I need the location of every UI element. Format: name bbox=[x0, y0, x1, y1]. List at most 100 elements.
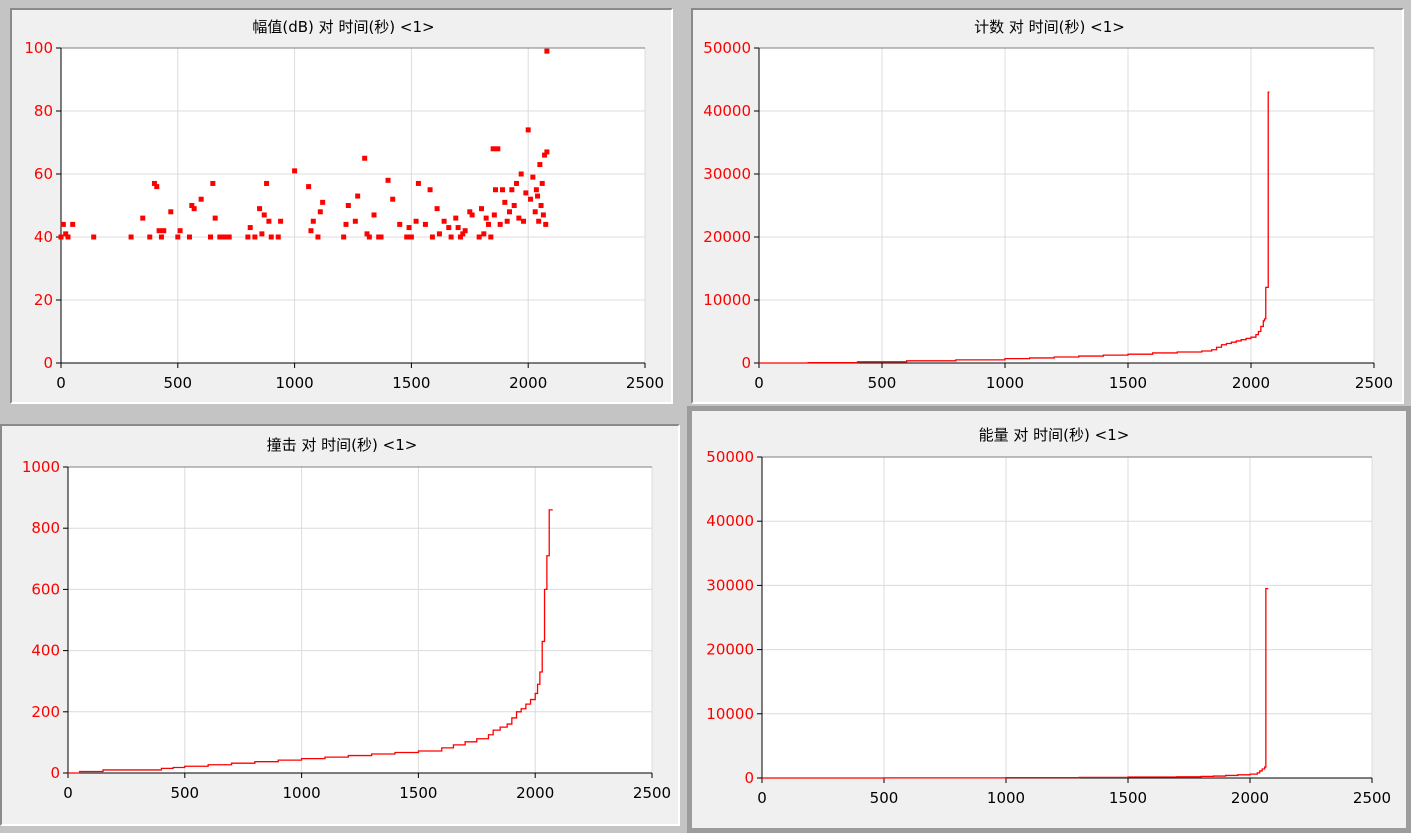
data-point bbox=[247, 225, 253, 231]
data-point bbox=[158, 234, 164, 240]
data-point bbox=[441, 218, 447, 224]
data-point bbox=[514, 180, 520, 186]
data-point bbox=[226, 234, 232, 240]
y-tick-label: 50000 bbox=[706, 448, 754, 466]
data-point bbox=[315, 234, 321, 240]
data-point bbox=[65, 234, 71, 240]
x-tick-label: 2500 bbox=[626, 374, 664, 392]
chart-title: 撞击 对 时间(秒) <1> bbox=[267, 436, 418, 454]
data-point bbox=[70, 221, 76, 227]
data-point bbox=[198, 196, 204, 202]
data-point bbox=[278, 218, 284, 224]
data-point bbox=[320, 199, 326, 205]
x-tick-label: 0 bbox=[63, 784, 73, 802]
y-tick-label: 400 bbox=[31, 642, 60, 660]
data-point bbox=[397, 221, 403, 227]
data-point bbox=[371, 212, 377, 218]
data-point bbox=[538, 203, 544, 208]
data-point bbox=[469, 212, 475, 218]
data-point bbox=[306, 184, 312, 190]
data-point bbox=[536, 218, 542, 224]
data-point bbox=[259, 231, 265, 237]
y-tick-label: 40000 bbox=[703, 102, 751, 120]
data-point bbox=[422, 221, 428, 227]
data-point bbox=[60, 221, 66, 227]
data-point bbox=[366, 234, 372, 240]
plot-area bbox=[759, 48, 1374, 363]
hits-panel[interactable]: 撞击 对 时间(秒) <1> 0 200 400 600 800 1000 0 500 1000 1… bbox=[0, 424, 680, 826]
y-tick-label: 0 bbox=[43, 354, 53, 372]
x-tick-label: 2000 bbox=[1231, 789, 1269, 807]
data-point bbox=[497, 221, 503, 227]
data-point bbox=[406, 225, 412, 231]
data-point bbox=[483, 215, 489, 221]
data-point bbox=[490, 146, 496, 152]
y-tick-label: 30000 bbox=[706, 576, 754, 594]
data-point bbox=[177, 228, 183, 234]
amplitude-panel[interactable]: 幅值(dB) 对 时间(秒) <1> 0 20 40 60 80 100 0 500 1000 15… bbox=[10, 8, 673, 404]
data-point bbox=[147, 234, 153, 240]
x-tick-label: 2000 bbox=[516, 784, 554, 802]
data-point bbox=[275, 234, 281, 240]
data-point bbox=[362, 155, 368, 161]
data-point bbox=[257, 206, 263, 212]
hits-chart: 撞击 对 时间(秒) <1> 0 200 400 600 800 1000 0 500 1000 1… bbox=[22, 436, 671, 802]
y-tick-label: 800 bbox=[31, 519, 60, 537]
data-point bbox=[462, 228, 468, 234]
x-tick-label: 500 bbox=[868, 374, 897, 392]
y-tick-label: 40 bbox=[34, 228, 53, 246]
y-tick-label: 1000 bbox=[22, 458, 60, 476]
data-point bbox=[385, 177, 391, 183]
data-point bbox=[191, 206, 197, 212]
y-tick-label: 0 bbox=[741, 354, 751, 372]
y-tick-label: 60 bbox=[34, 165, 53, 183]
data-point bbox=[446, 225, 452, 231]
data-point bbox=[507, 209, 513, 215]
x-tick-label: 1000 bbox=[283, 784, 321, 802]
data-point bbox=[434, 206, 440, 212]
x-tick-label: 1500 bbox=[399, 784, 437, 802]
data-point bbox=[156, 228, 162, 234]
x-tick-label: 500 bbox=[163, 374, 192, 392]
data-point bbox=[222, 234, 228, 240]
energy-panel[interactable]: 能量 对 时间(秒) <1> 0 10000 20000 30000 40000 50000… bbox=[687, 406, 1411, 833]
data-point bbox=[128, 234, 134, 240]
x-tick-label: 0 bbox=[56, 374, 66, 392]
data-point bbox=[212, 215, 218, 221]
x-tick-label: 2500 bbox=[1353, 789, 1391, 807]
y-tick-label: 80 bbox=[34, 102, 53, 120]
x-tick-label: 1000 bbox=[987, 789, 1025, 807]
data-point bbox=[404, 234, 410, 240]
data-point bbox=[533, 187, 539, 193]
y-tick-label: 100 bbox=[24, 39, 53, 57]
x-tick-label: 1500 bbox=[1109, 789, 1147, 807]
data-point bbox=[491, 212, 497, 218]
data-point bbox=[140, 215, 146, 221]
data-point bbox=[478, 206, 484, 212]
data-point bbox=[413, 218, 419, 224]
x-tick-label: 2500 bbox=[1355, 374, 1393, 392]
data-point bbox=[539, 180, 545, 186]
data-point bbox=[154, 184, 160, 190]
data-point bbox=[530, 174, 536, 180]
data-point bbox=[485, 221, 491, 227]
data-point bbox=[509, 187, 515, 193]
data-point bbox=[495, 146, 501, 152]
data-point bbox=[455, 225, 461, 231]
data-point bbox=[540, 212, 546, 218]
amplitude-chart: 幅值(dB) 对 时间(秒) <1>0204060801000 500 1000 15… bbox=[24, 18, 664, 392]
data-point bbox=[511, 203, 517, 208]
data-point bbox=[345, 203, 351, 208]
data-point bbox=[502, 199, 508, 205]
y-tick-label: 20 bbox=[34, 291, 53, 309]
data-point bbox=[492, 187, 498, 193]
data-point bbox=[175, 234, 181, 240]
data-point bbox=[217, 234, 223, 240]
y-tick-label: 600 bbox=[31, 580, 60, 598]
x-tick-label: 2000 bbox=[509, 374, 547, 392]
data-point bbox=[543, 221, 549, 227]
data-point bbox=[310, 218, 316, 224]
counts-panel[interactable]: 计数 对 时间(秒) <1> 0 10000 20000 30000 40000 50000… bbox=[691, 8, 1404, 404]
plot-area bbox=[762, 457, 1372, 778]
data-point bbox=[408, 234, 414, 240]
